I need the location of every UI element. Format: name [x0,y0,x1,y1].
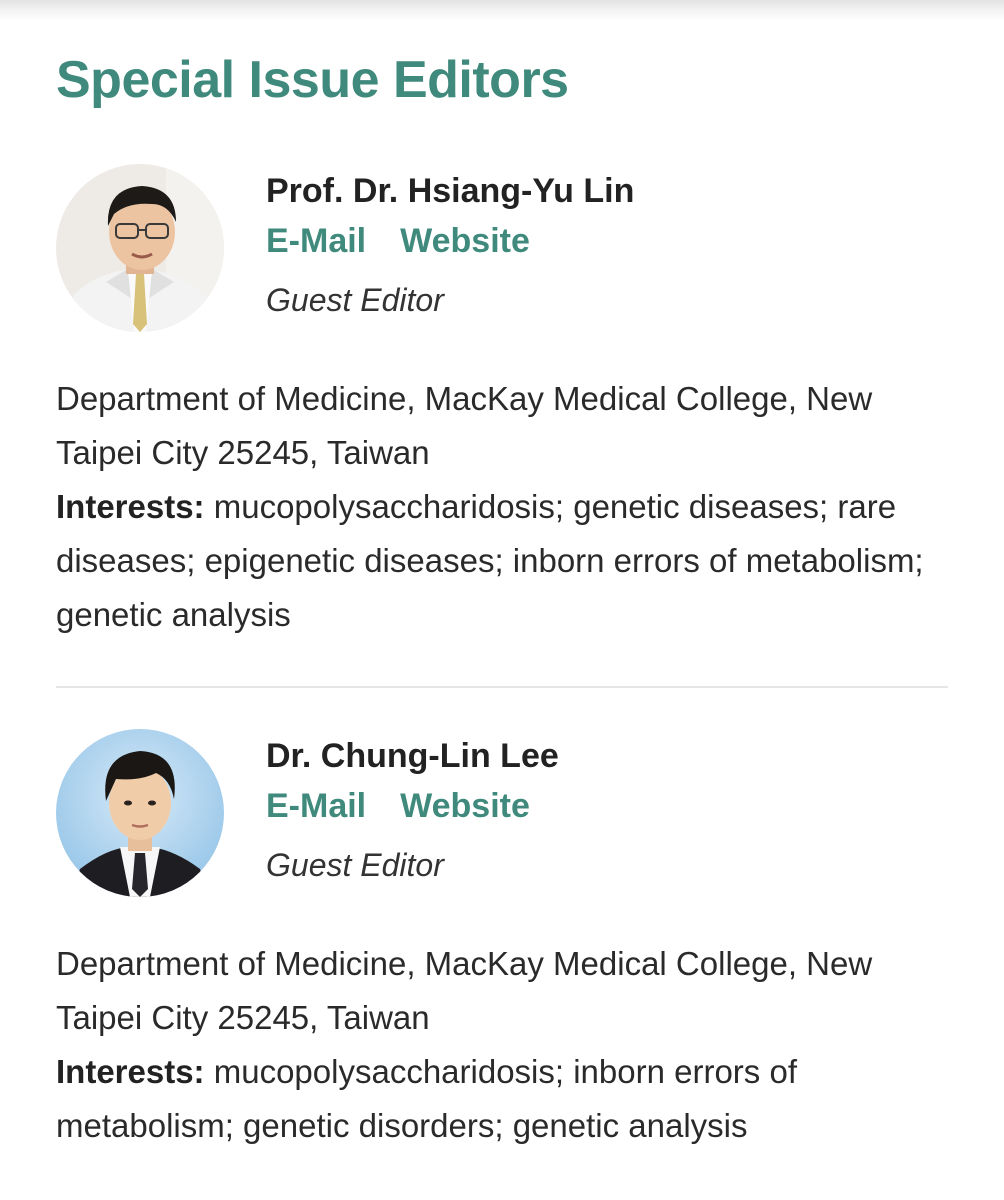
interests-label: Interests: [56,1053,205,1090]
email-link[interactable]: E-Mail [266,787,366,825]
email-link[interactable]: E-Mail [266,222,366,260]
editor-interests: Interests: mucopolysaccharidosis; inborn… [56,1045,956,1153]
editor-photo [56,729,224,897]
website-link[interactable]: Website [400,222,530,260]
section-title: Special Issue Editors [56,51,569,109]
portrait-photo-icon [56,729,224,897]
editor-affiliation: Department of Medicine, MacKay Medical C… [56,945,873,1036]
editor-details: Department of Medicine, MacKay Medical C… [56,372,956,642]
website-link[interactable]: Website [400,787,530,825]
editor-role: Guest Editor [266,847,444,883]
editor-affiliation: Department of Medicine, MacKay Medical C… [56,380,873,471]
editor-photo [56,164,224,332]
editor-links: E-Mail Website [266,779,946,840]
portrait-photo-icon [56,164,224,332]
editor-divider [56,686,948,688]
editor-role: Guest Editor [266,282,444,318]
editor-interests: Interests: mucopolysaccharidosis; geneti… [56,480,956,642]
editor-details: Department of Medicine, MacKay Medical C… [56,937,956,1153]
top-bar-shadow [0,0,1004,22]
editor-info: Dr. Chung-Lin Lee E-Mail Website Guest Ed… [266,733,946,890]
editor-info: Prof. Dr. Hsiang-Yu Lin E-Mail Website Gu… [266,168,946,325]
interests-label: Interests: [56,488,205,525]
editor-links: E-Mail Website [266,214,946,275]
editor-name: Dr. Chung-Lin Lee [266,737,559,775]
editor-name: Prof. Dr. Hsiang-Yu Lin [266,172,635,210]
